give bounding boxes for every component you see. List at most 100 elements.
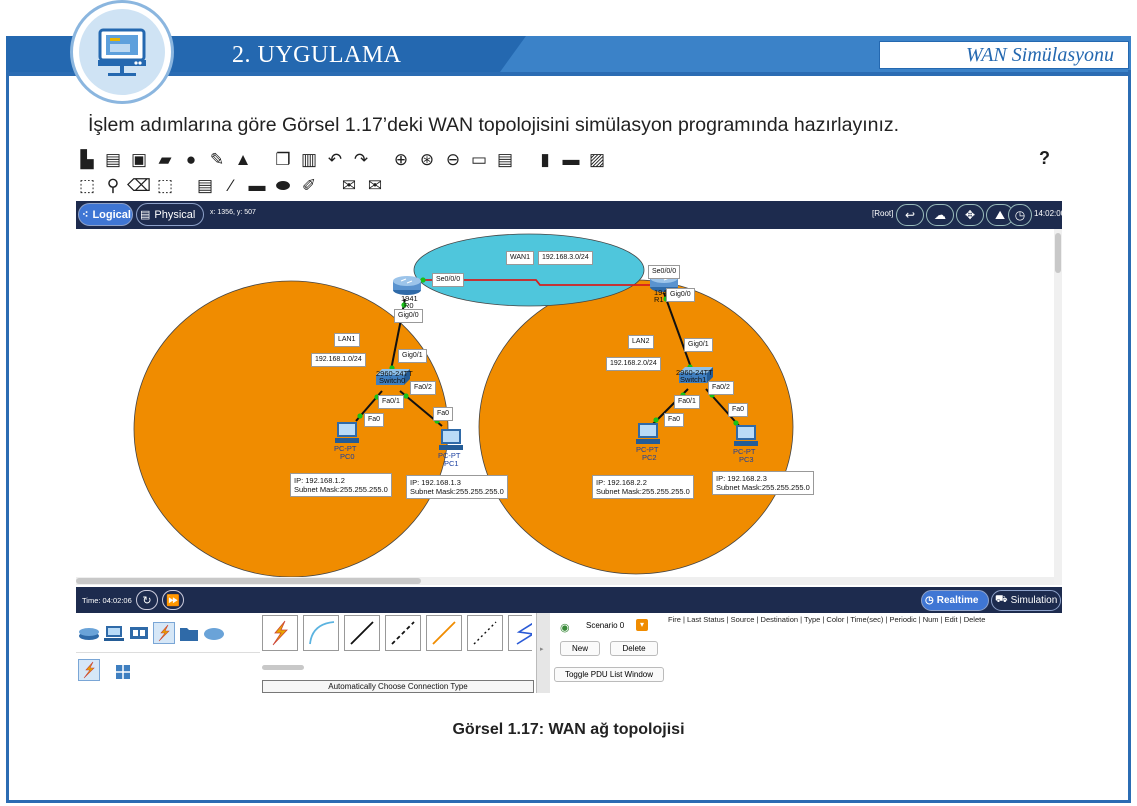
crossover-cable-icon[interactable] bbox=[385, 615, 421, 651]
root-label[interactable]: [Root] bbox=[872, 209, 893, 218]
physical-tab[interactable]: ▤ Physical bbox=[136, 203, 204, 226]
freeform-icon[interactable]: ✐ bbox=[298, 175, 320, 197]
connection-type-hint: Automatically Choose Connection Type bbox=[262, 680, 534, 693]
new-file-icon[interactable]: ▙ bbox=[76, 149, 98, 171]
lan1-name-label: LAN1 bbox=[334, 333, 360, 347]
activity-wizard-icon[interactable]: ✎ bbox=[206, 149, 228, 171]
pc0-icon bbox=[335, 422, 359, 443]
wan-name-label: WAN1 bbox=[506, 251, 534, 265]
lightning-icon[interactable] bbox=[78, 659, 100, 681]
coaxial-cable-icon[interactable] bbox=[508, 615, 532, 651]
clock-icon[interactable]: ◷ bbox=[1008, 204, 1032, 226]
cluster-icon[interactable]: ☁ bbox=[926, 204, 954, 226]
select-icon[interactable]: ⬚ bbox=[76, 175, 98, 197]
paste-icon[interactable]: ▥ bbox=[298, 149, 320, 171]
logical-workspace[interactable]: WAN1 192.168.3.0/24 Se0/0/0 Se0/0/0 1941… bbox=[76, 229, 1062, 585]
physical-icon: ▤ bbox=[140, 209, 151, 221]
save-icon[interactable]: ▣ bbox=[128, 149, 150, 171]
line-icon[interactable]: ⁄ bbox=[220, 175, 242, 197]
pc2-ip-box: IP: 192.168.2.2 Subnet Mask:255.255.255.… bbox=[592, 475, 694, 499]
pc3-mask: Subnet Mask:255.255.255.0 bbox=[716, 483, 810, 492]
auto-connection-icon[interactable] bbox=[262, 615, 298, 651]
collapse-arrow-icon[interactable]: ▸ bbox=[540, 645, 544, 653]
scenario-dropdown-icon[interactable]: ▾ bbox=[636, 619, 648, 631]
drawing-palette-icon[interactable]: ▭ bbox=[468, 149, 490, 171]
r1-serial-label: Se0/0/0 bbox=[648, 265, 681, 279]
phone-cable-icon[interactable] bbox=[467, 615, 503, 651]
pdu-icon[interactable]: ▬ bbox=[560, 149, 582, 171]
toggle-pdu-list-button[interactable]: Toggle PDU List Window bbox=[554, 667, 664, 682]
note-icon[interactable]: ▤ bbox=[194, 175, 216, 197]
end-devices-icon[interactable] bbox=[103, 622, 125, 644]
inspect-icon[interactable]: ⚲ bbox=[102, 175, 124, 197]
workspace-horizontal-scrollbar[interactable] bbox=[76, 577, 1054, 585]
logical-icon: ⁖ bbox=[82, 209, 89, 221]
cursor-coords: x: 1356, y: 507 bbox=[210, 209, 256, 216]
connection-types bbox=[262, 615, 532, 651]
packet-tracer-window: ▙ ▤ ▣ ▰ ● ✎ ▲ ❐ ▥ ↶ ↷ ⊕ ⊛ ⊖ ▭ ▤ ▮ ▬ ▨ ? … bbox=[76, 145, 1065, 693]
simulation-mode-button[interactable]: ⛟ Simulation bbox=[991, 590, 1061, 611]
help-icon[interactable]: ? bbox=[1039, 148, 1050, 169]
ellipse-icon[interactable]: ⬬ bbox=[272, 175, 294, 197]
add-simple-pdu-icon[interactable]: ✉ bbox=[338, 175, 360, 197]
sw0-name: Switch0 bbox=[379, 376, 406, 385]
pc1-ip: IP: 192.168.1.3 bbox=[410, 478, 461, 487]
workspace-vertical-scrollbar[interactable] bbox=[1054, 229, 1062, 585]
panel-divider[interactable]: ▸ bbox=[536, 613, 550, 693]
fast-forward-icon[interactable]: ⏩ bbox=[162, 590, 184, 610]
resize-icon[interactable]: ⬚ bbox=[154, 175, 176, 197]
new-scenario-button[interactable]: New bbox=[560, 641, 600, 656]
pc3-ip-box: IP: 192.168.2.3 Subnet Mask:255.255.255.… bbox=[712, 471, 814, 495]
rectangle-icon[interactable]: ▬ bbox=[246, 175, 268, 197]
pc0-port-label: Fa0 bbox=[364, 413, 385, 427]
simulation-label: Simulation bbox=[1010, 595, 1058, 606]
pc1-port-label: Fa0 bbox=[433, 407, 454, 421]
logical-tab[interactable]: ⁖ Logical bbox=[78, 203, 133, 226]
device-categories bbox=[76, 613, 260, 653]
zoom-out-icon[interactable]: ⊖ bbox=[442, 149, 464, 171]
delete-icon[interactable]: ⌫ bbox=[127, 175, 151, 197]
workspace-nav-bar: ⁖ Logical ▤ Physical x: 1356, y: 507 [Ro… bbox=[76, 201, 1065, 229]
grid-icon[interactable] bbox=[112, 661, 134, 683]
figure-caption: Görsel 1.17: WAN ağ topolojisi bbox=[452, 721, 685, 738]
copy-icon[interactable]: ❐ bbox=[272, 149, 294, 171]
network-devices-icon[interactable] bbox=[78, 622, 100, 644]
add-complex-pdu-icon[interactable]: ✉ bbox=[364, 175, 386, 197]
zoom-reset-icon[interactable]: ⊛ bbox=[416, 149, 438, 171]
components-icon[interactable] bbox=[128, 622, 150, 644]
power-cycle-icon[interactable]: ↻ bbox=[136, 590, 158, 610]
info-icon[interactable]: ● bbox=[180, 149, 202, 171]
realtime-mode-button[interactable]: ◷ Realtime bbox=[921, 590, 989, 611]
scenario-panel: ◉ Scenario 0 ▾ New Delete Toggle PDU Lis… bbox=[552, 613, 666, 693]
pc0-ip: IP: 192.168.1.2 bbox=[294, 476, 345, 485]
console-cable-icon[interactable] bbox=[303, 615, 339, 651]
print-icon[interactable]: ▰ bbox=[154, 149, 176, 171]
redo-icon[interactable]: ↷ bbox=[350, 149, 372, 171]
undo-icon[interactable]: ↶ bbox=[324, 149, 346, 171]
back-icon[interactable]: ↩ bbox=[896, 204, 924, 226]
miscellaneous-icon[interactable] bbox=[178, 622, 200, 644]
sw0-gig-label: Gig0/1 bbox=[398, 349, 427, 363]
multiuser-icon[interactable] bbox=[203, 622, 225, 644]
wan-net-label: 192.168.3.0/24 bbox=[538, 251, 593, 265]
physical-tab-label: Physical bbox=[154, 208, 196, 221]
open-folder-icon[interactable]: ▤ bbox=[102, 149, 124, 171]
move-object-icon[interactable]: ✥ bbox=[956, 204, 984, 226]
straight-through-cable-icon[interactable] bbox=[344, 615, 380, 651]
scenario-select[interactable]: Scenario 0 bbox=[586, 621, 624, 630]
sw0-fa01-label: Fa0/1 bbox=[378, 395, 404, 409]
router-device-icon bbox=[70, 0, 174, 104]
screenshot-icon[interactable]: ▨ bbox=[586, 149, 608, 171]
connection-scrollbar[interactable] bbox=[262, 665, 304, 670]
connections-icon[interactable] bbox=[153, 621, 175, 644]
delete-scenario-button[interactable]: Delete bbox=[610, 641, 658, 656]
zoom-in-icon[interactable]: ⊕ bbox=[390, 149, 412, 171]
viewport-icon[interactable]: ▮ bbox=[534, 149, 556, 171]
tools-toolbar: ⬚ ⚲ ⌫ ⬚ ▤ ⁄ ▬ ⬬ ✐ ✉ ✉ bbox=[76, 173, 386, 199]
r0-gig-label: Gig0/0 bbox=[394, 309, 423, 323]
fiber-cable-icon[interactable] bbox=[426, 615, 462, 651]
pc1-ip-box: IP: 192.168.1.3 Subnet Mask:255.255.255.… bbox=[406, 475, 508, 499]
time-label: Time: 04:02:06 bbox=[82, 596, 132, 605]
report-icon[interactable]: ▲ bbox=[232, 149, 254, 171]
custom-device-icon[interactable]: ▤ bbox=[494, 149, 516, 171]
